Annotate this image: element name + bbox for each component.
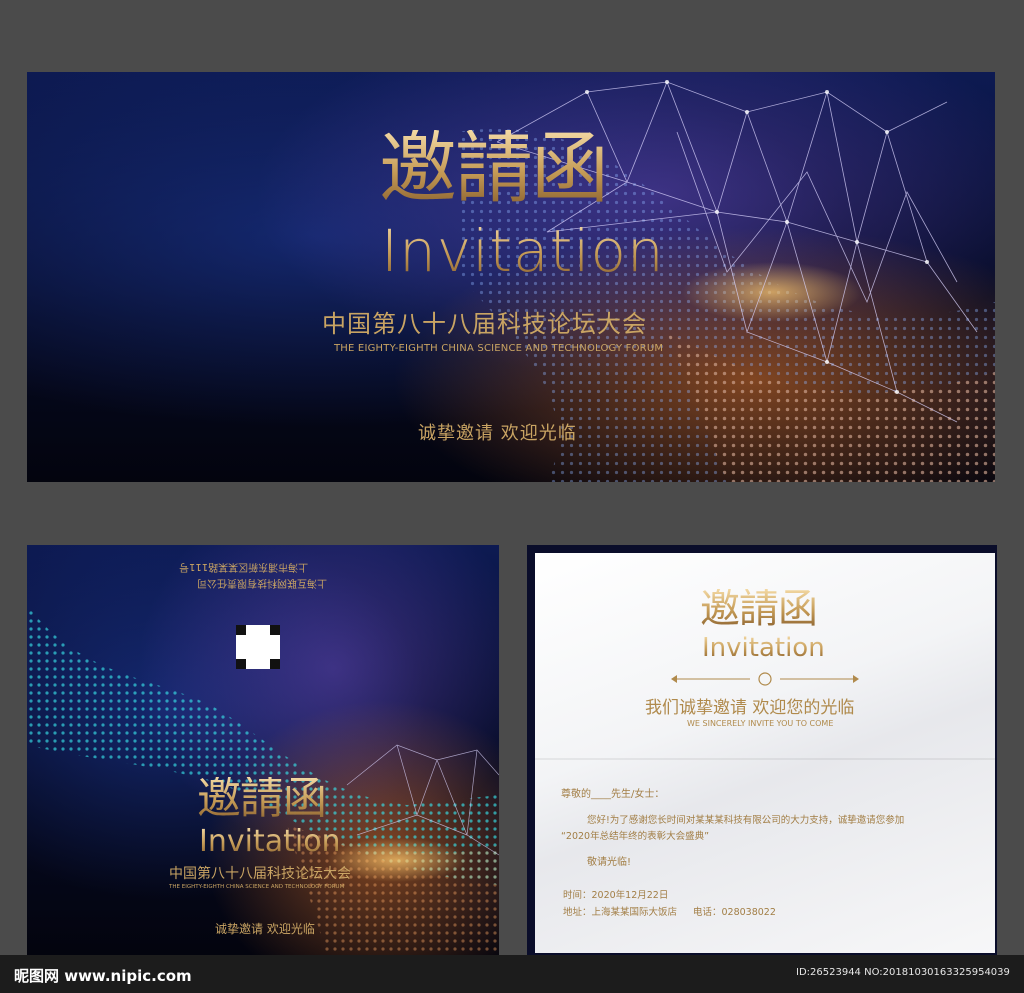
site-logo-text: 昵图网 www.nipic.com [14, 967, 192, 985]
invitation-cover-card: 上海市浦东新区某某路111号 上海互联网科技有限责任公司 邀請函 Invitat… [27, 545, 499, 955]
invitation-inner-card: 邀請函 Invitation 我们诚挚邀请 欢迎您的光临 WE SINCEREL… [527, 545, 997, 955]
image-id-text: ID:26523944 NO:20181030163325954039 [796, 967, 1010, 978]
company-address-upside-down: 上海市浦东新区某某路111号 [179, 561, 309, 572]
paper-fold [535, 758, 995, 760]
event-title-chinese: 中国第八十八届科技论坛大会 [322, 310, 647, 338]
paper-sheet: 邀請函 Invitation 我们诚挚邀请 欢迎您的光临 WE SINCEREL… [535, 553, 995, 953]
cover-title-english: Invitation [199, 824, 341, 859]
body-line-2: “2020年总结年终的表彰大会盛典” [561, 831, 710, 842]
greeting: 尊敬的____先生/女士： [561, 789, 665, 800]
inner-title-chinese: 邀請函 [700, 586, 818, 632]
wave-pattern [27, 605, 499, 955]
event-title-english: THE EIGHTY-EIGHTH CHINA SCIENCE AND TECH… [334, 343, 664, 354]
body-line-1: 您好!为了感谢您长时间对某某某科技有限公司的大力支持，诚挚邀请您参加 [587, 815, 905, 826]
event-time: 时间：2020年12月22日 [563, 890, 669, 901]
qr-code-placeholder [236, 625, 280, 669]
invitation-front-card: 邀請函 Invitation 中国第八十八届科技论坛大会 THE EIGHTY-… [27, 72, 995, 482]
event-phone: 电话：028038022 [693, 907, 776, 918]
cover-event-chinese: 中国第八十八届科技论坛大会 [169, 866, 351, 882]
closing: 敬请光临! [587, 857, 632, 868]
ornament-divider [671, 672, 859, 686]
cover-title-chinese: 邀請函 [197, 773, 327, 824]
event-address: 地址：上海某某国际大饭店 [563, 907, 678, 918]
title-chinese: 邀請函 [379, 124, 609, 214]
inner-title-english: Invitation [702, 633, 825, 663]
slogan: 诚挚邀请 欢迎光临 [418, 423, 577, 444]
inner-headline-english: WE SINCERELY INVITE YOU TO COME [687, 719, 834, 728]
company-name-upside-down: 上海互联网科技有限责任公司 [197, 577, 327, 588]
inner-headline: 我们诚挚邀请 欢迎您的光临 [645, 698, 855, 718]
cover-event-english: THE EIGHTY-EIGHTH CHINA SCIENCE AND TECH… [169, 884, 345, 890]
title-english: Invitation [381, 217, 665, 285]
cover-slogan: 诚挚邀请 欢迎光临 [215, 922, 315, 936]
watermark-bar: 昵图网 www.nipic.com ID:26523944 NO:2018103… [0, 955, 1024, 993]
